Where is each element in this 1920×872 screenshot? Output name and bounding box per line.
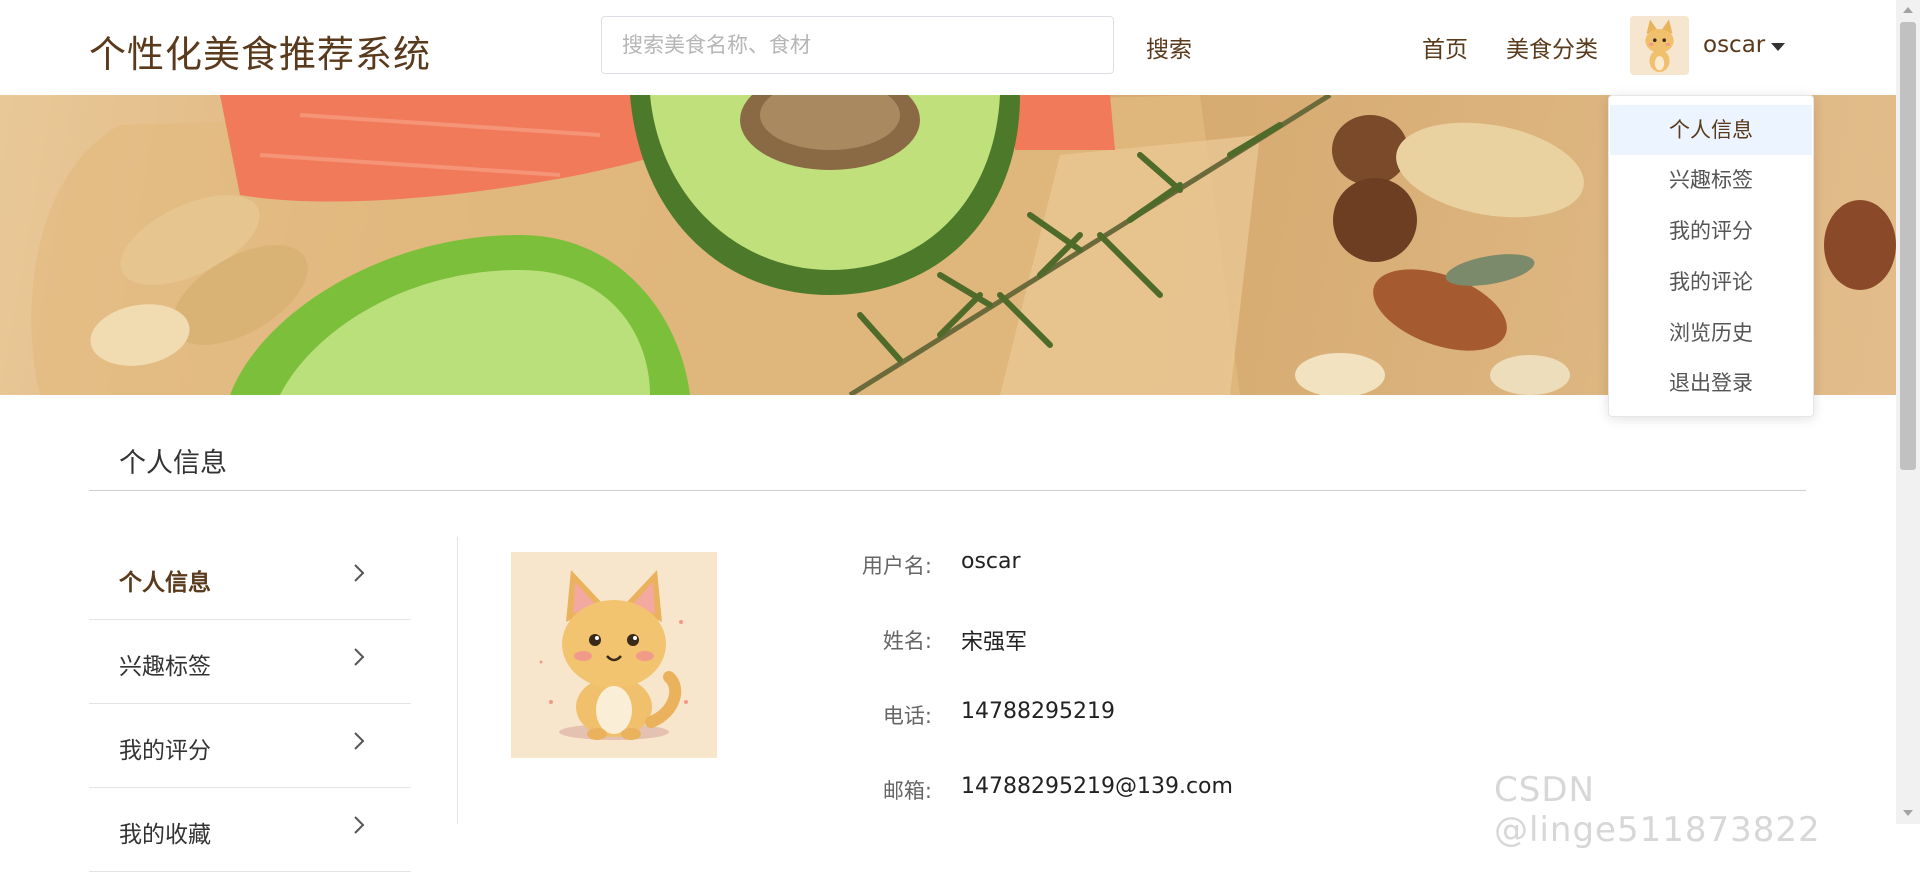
menu-item-logout[interactable]: 退出登录 (1610, 358, 1812, 408)
sidebar-item-label: 个人信息 (119, 570, 211, 596)
cat-avatar-icon (511, 552, 717, 758)
menu-item-my-ratings[interactable]: 我的评分 (1610, 206, 1812, 256)
nav-home-link[interactable]: 首页 (1422, 30, 1468, 64)
menu-item-browse-history[interactable]: 浏览历史 (1610, 308, 1812, 358)
profile-avatar[interactable] (511, 552, 717, 758)
nav-category-link[interactable]: 美食分类 (1506, 30, 1598, 64)
username-label: 用户名: (861, 554, 932, 578)
scroll-thumb[interactable] (1900, 22, 1916, 470)
csdn-watermark: CSDN @linge511873822 (1494, 770, 1821, 850)
sidebar-item-label: 兴趣标签 (119, 654, 211, 680)
sidebar-item-label: 我的评分 (119, 738, 211, 764)
scroll-down-icon[interactable] (1903, 810, 1913, 816)
sidebar-item-favorites[interactable]: 我的收藏 (89, 789, 411, 872)
scroll-up-icon[interactable] (1903, 7, 1913, 13)
menu-item-my-comments[interactable]: 我的评论 (1610, 257, 1812, 307)
search-box[interactable] (601, 16, 1114, 74)
page-scrollbar[interactable] (1896, 0, 1920, 824)
phone-label: 电话: (882, 704, 932, 728)
cat-avatar-icon (1630, 16, 1689, 75)
email-label: 邮箱: (882, 779, 932, 803)
search-input[interactable] (602, 17, 1113, 73)
search-button[interactable]: 搜索 (1146, 30, 1192, 64)
caret-down-icon[interactable] (1771, 43, 1785, 51)
sidebar-divider (457, 537, 458, 824)
sidebar-item-profile[interactable]: 个人信息 (89, 537, 411, 620)
site-brand[interactable]: 个性化美食推荐系统 (89, 24, 431, 78)
user-dropdown-menu: 个人信息 兴趣标签 我的评分 我的评论 浏览历史 退出登录 (1608, 95, 1814, 417)
username-value: oscar (961, 549, 1021, 574)
sidebar-item-my-ratings[interactable]: 我的评分 (89, 705, 411, 788)
menu-item-interest-tags[interactable]: 兴趣标签 (1610, 155, 1812, 205)
title-divider (89, 490, 1806, 491)
top-header: 个性化美食推荐系统 搜索 首页 美食分类 oscar (0, 0, 1896, 96)
sidebar-item-label: 我的收藏 (119, 822, 211, 848)
chevron-right-icon (354, 648, 365, 666)
chevron-right-icon (354, 732, 365, 750)
sidebar-item-interest-tags[interactable]: 兴趣标签 (89, 621, 411, 704)
page-title: 个人信息 (119, 448, 227, 479)
user-name-toggle[interactable]: oscar (1703, 32, 1765, 58)
menu-item-profile[interactable]: 个人信息 (1610, 105, 1812, 155)
chevron-right-icon (354, 564, 365, 582)
email-value: 14788295219@139.com (961, 774, 1233, 799)
realname-label: 姓名: (882, 629, 932, 653)
realname-value: 宋强军 (961, 630, 1028, 655)
phone-value: 14788295219 (961, 699, 1115, 724)
chevron-right-icon (354, 816, 365, 834)
user-avatar[interactable] (1630, 16, 1689, 75)
